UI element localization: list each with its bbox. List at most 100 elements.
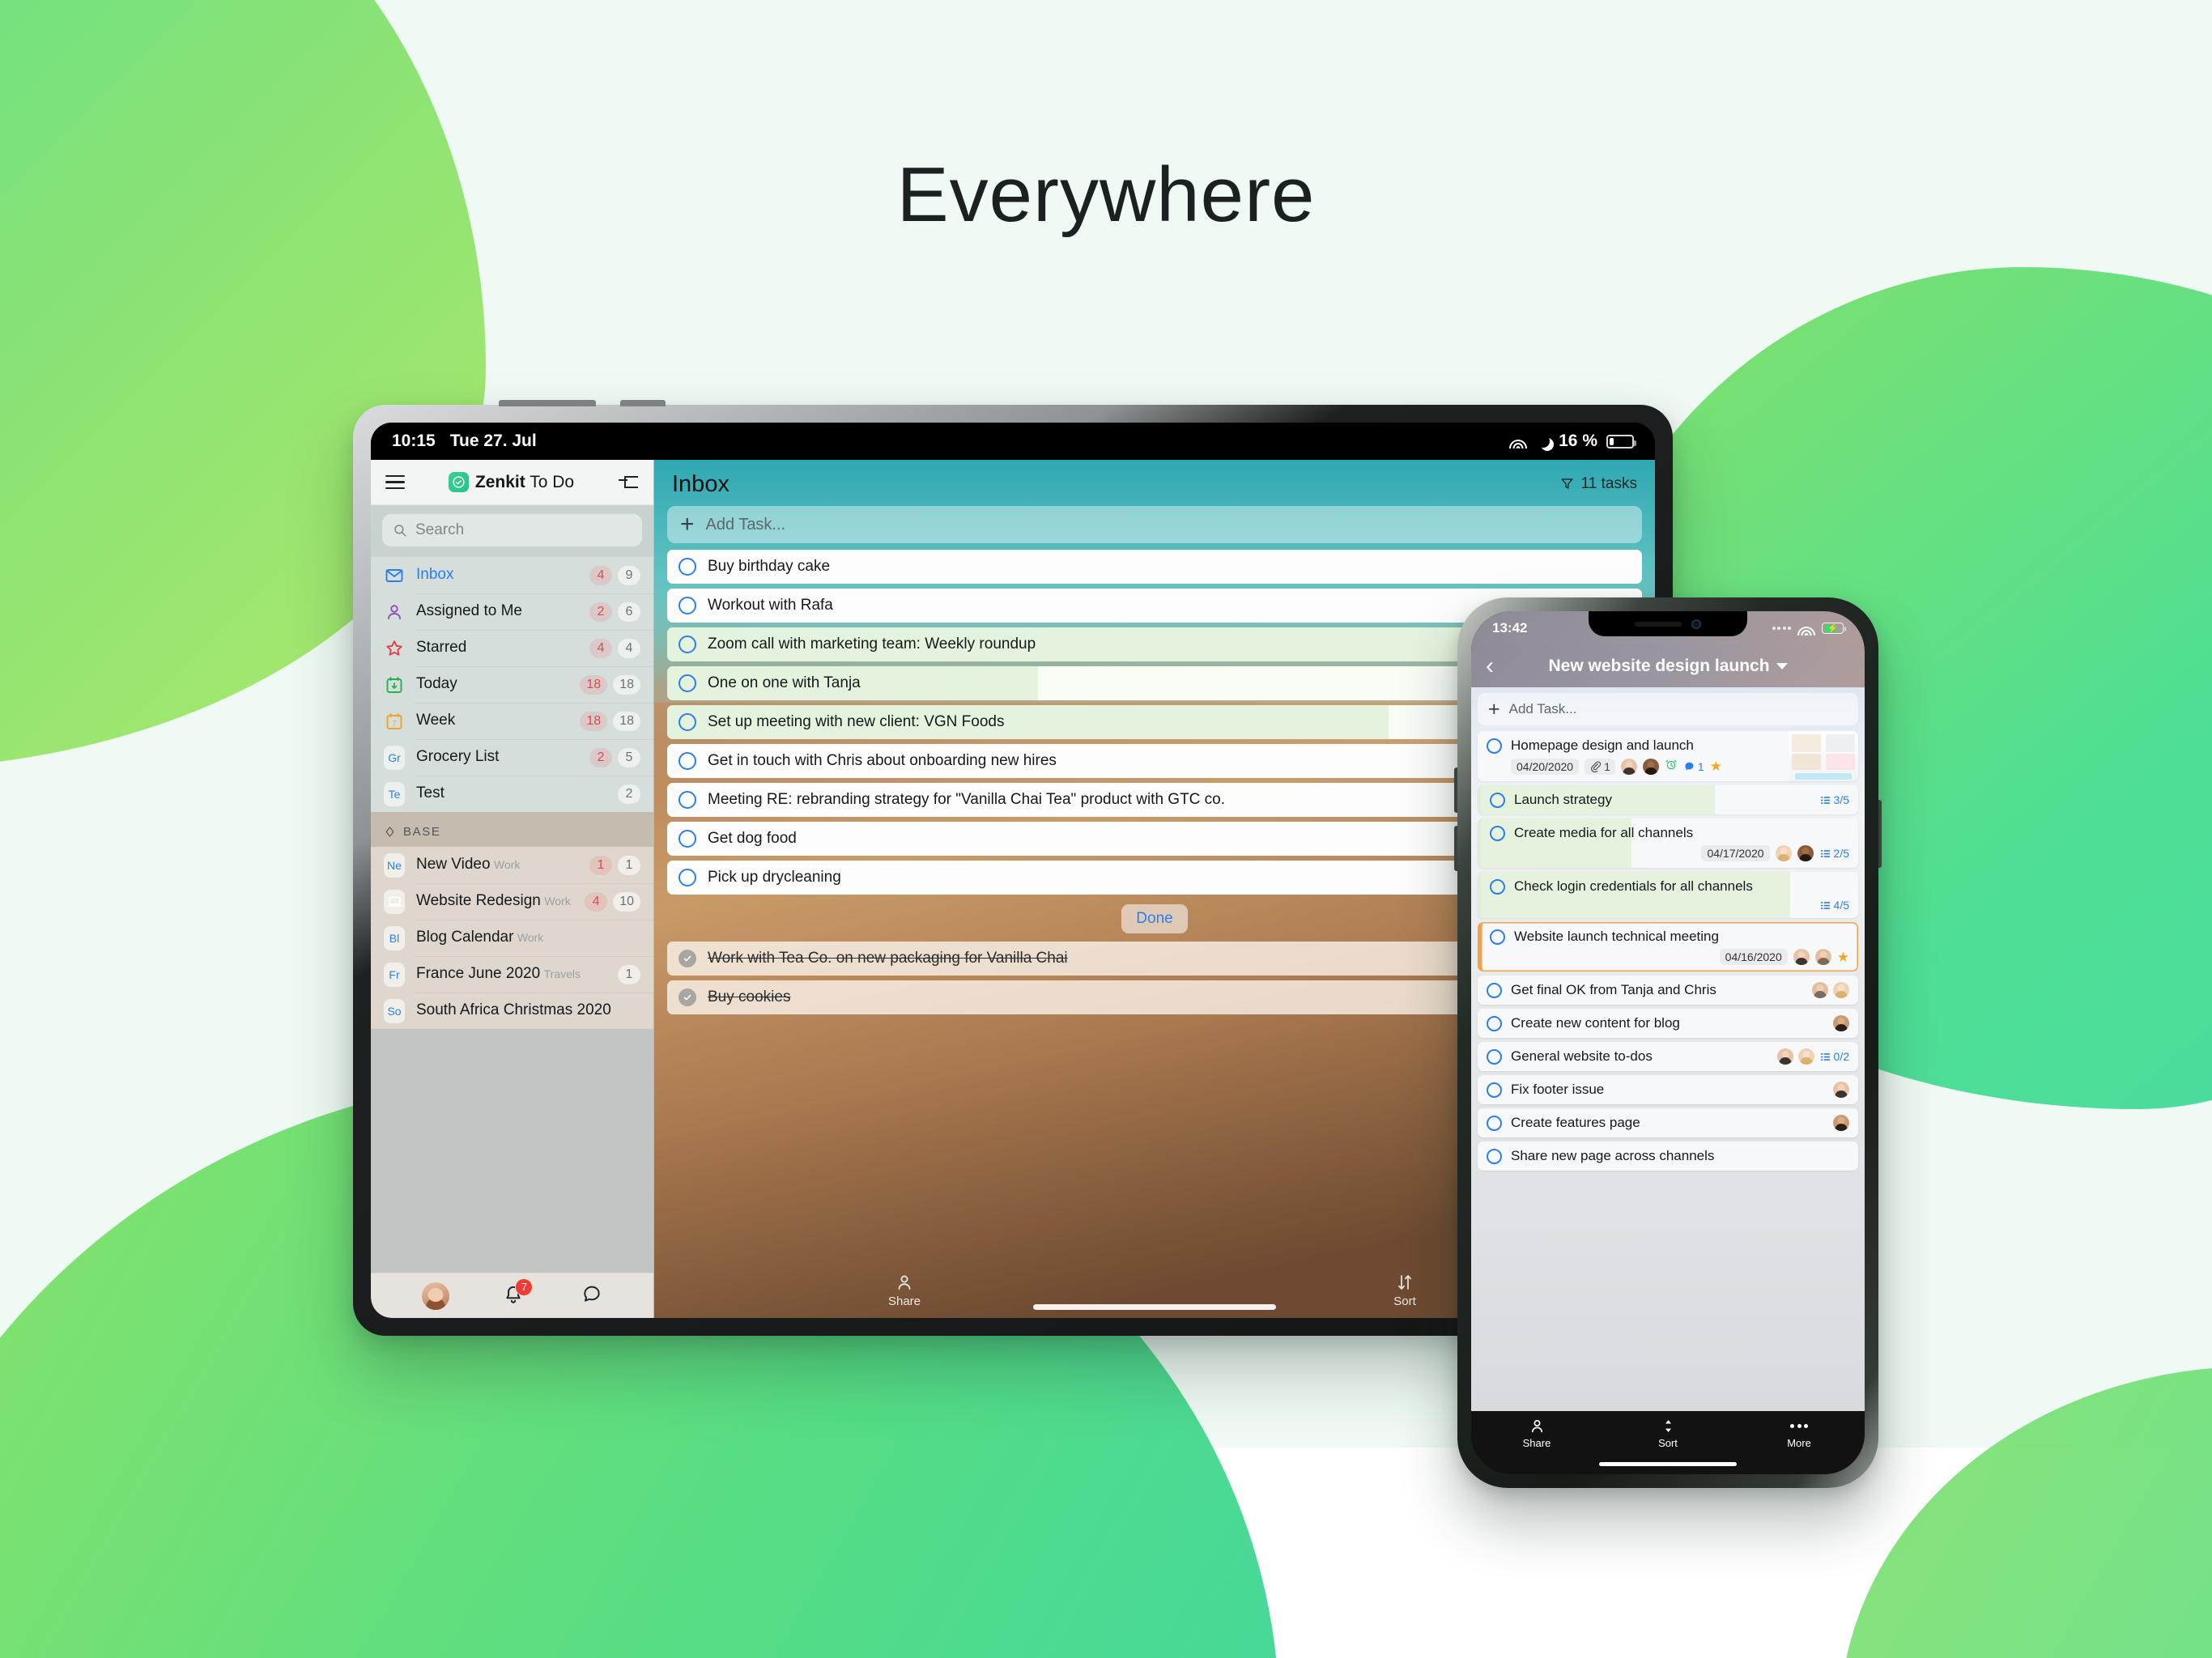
table-row[interactable]: Buy birthday cake [667, 550, 1642, 584]
checkbox-icon[interactable] [1487, 982, 1502, 998]
sidebar-scroll[interactable]: Inbox 49 Assigned to Me 26 Starred 4 4 T… [371, 557, 653, 1273]
list-item[interactable]: Homepage design and launch 04/20/2020 1 [1478, 731, 1858, 781]
filter-button[interactable]: 11 tasks [1559, 475, 1637, 493]
sidebar-item-label: France June 2020 [416, 965, 541, 983]
sort-button[interactable]: Sort [1602, 1418, 1733, 1449]
list-item[interactable]: Create features page [1478, 1108, 1858, 1137]
checkbox-icon[interactable] [1490, 792, 1505, 808]
checkbox-icon[interactable] [1487, 1115, 1502, 1131]
avatar [1797, 1048, 1814, 1065]
menu-icon[interactable] [385, 474, 405, 490]
person-icon [898, 1275, 911, 1290]
search-placeholder: Search [415, 521, 465, 538]
task-count-label: 11 tasks [1580, 474, 1637, 492]
checkbox-icon[interactable] [678, 674, 696, 692]
sidebar-item-today[interactable]: Today 18 18 [371, 666, 653, 703]
avatar[interactable] [422, 1282, 450, 1310]
checkbox-icon[interactable] [678, 791, 696, 809]
add-task-input[interactable]: + Add Task... [667, 506, 1642, 543]
checkbox-icon[interactable] [1490, 878, 1505, 895]
svg-text:7: 7 [392, 719, 396, 727]
sidebar-item-website-redesign[interactable]: Website Redesign Work 4 10 [371, 883, 653, 920]
checkbox-icon[interactable] [678, 752, 696, 770]
list-item[interactable]: Share new page across channels [1478, 1141, 1858, 1171]
iphone-notch [1589, 611, 1747, 636]
sidebar-footer: 7 [371, 1273, 653, 1318]
more-button[interactable]: More [1733, 1418, 1865, 1449]
avatar [1814, 949, 1831, 965]
ipad-battery-percent: 16 % [1559, 432, 1597, 450]
done-button[interactable]: Done [1121, 904, 1188, 933]
iphone-task-list[interactable]: + Add Task... Homepage design and launch… [1471, 687, 1865, 1411]
sidebar-search-area: Search [371, 505, 653, 557]
checkbox-icon[interactable] [678, 869, 696, 886]
sidebar-item-label: Starred [416, 639, 467, 657]
sidebar-item-assigned-to-me[interactable]: Assigned to Me 26 [371, 593, 653, 630]
sidebar-item-starred[interactable]: Starred 44 [371, 630, 653, 666]
task-title: Fix footer issue [1511, 1082, 1605, 1097]
checkbox-icon[interactable] [678, 713, 696, 731]
notifications-button[interactable]: 7 [503, 1278, 534, 1308]
checkbox-icon[interactable] [678, 830, 696, 848]
checkbox-icon[interactable] [678, 636, 696, 653]
laptop-icon [384, 889, 405, 914]
add-task-input[interactable]: + Add Task... [1478, 693, 1858, 725]
sidebar-item-france-june-2020[interactable]: Fr France June 2020 Travels 1 [371, 956, 653, 993]
checkbox-icon[interactable] [1487, 1048, 1502, 1065]
sort-label: Sort [1393, 1295, 1416, 1308]
sidebar-item-grocery-list[interactable]: Gr Grocery List 25 [371, 739, 653, 776]
checkbox-icon[interactable] [678, 558, 696, 576]
comment-count-value: 1 [1697, 759, 1704, 773]
app-name-bold: Zenkit [474, 472, 525, 491]
sidebar-item-new-video[interactable]: Ne New Video Work 11 [371, 847, 653, 883]
list-item[interactable]: Website launch technical meeting 04/16/2… [1478, 922, 1858, 971]
sort-icon [1665, 1420, 1671, 1432]
badge-overdue: 4 [585, 891, 608, 912]
checkbox-icon[interactable] [1487, 1015, 1502, 1031]
chat-button[interactable] [581, 1283, 602, 1308]
avatar [1833, 1082, 1849, 1098]
share-button[interactable]: Share [654, 1273, 1155, 1308]
sidebar-item-week[interactable]: 7 Week 18 18 [371, 703, 653, 739]
avatar [1797, 845, 1814, 861]
checkbox-icon[interactable] [1487, 738, 1502, 754]
iphone-tab-bar: Share Sort More [1471, 1411, 1865, 1474]
back-button[interactable]: ‹ [1486, 654, 1507, 678]
checklist-icon [1820, 849, 1830, 857]
list-item[interactable]: General website to-dos 0/2 [1478, 1042, 1858, 1071]
share-label: Share [1522, 1437, 1551, 1449]
star-icon [384, 639, 405, 658]
sidebar-item-south-africa-christmas-2020[interactable]: So South Africa Christmas 2020 [371, 993, 653, 1029]
search-input[interactable]: Search [382, 514, 642, 546]
nav-title-button[interactable]: New website design launch [1507, 657, 1829, 676]
ipad-status-bar: 10:15 Tue 27. Jul 16 % [371, 423, 1655, 460]
badge-overdue: 1 [589, 855, 612, 875]
plus-icon: + [1488, 697, 1500, 721]
list-abbr-badge: Te [384, 781, 405, 806]
ipad-volume-button [499, 400, 596, 406]
sidebar-item-inbox[interactable]: Inbox 49 [371, 557, 653, 593]
checkbox-icon[interactable] [1490, 825, 1505, 841]
pin-sidebar-icon[interactable] [618, 474, 639, 491]
list-item[interactable]: Check login credentials for all channels… [1478, 872, 1858, 918]
list-item[interactable]: Fix footer issue [1478, 1075, 1858, 1104]
sidebar-item-blog-calendar[interactable]: Bl Blog Calendar Work [371, 920, 653, 956]
subtask-progress-value: 4/5 [1833, 899, 1849, 912]
checkbox-icon[interactable] [1490, 929, 1505, 945]
checkbox-icon[interactable] [1487, 1148, 1502, 1164]
avatar [1642, 758, 1659, 775]
checkbox-icon[interactable] [1487, 1082, 1502, 1098]
iphone-home-indicator [1599, 1461, 1737, 1466]
list-item[interactable]: Launch strategy 3/5 [1478, 785, 1858, 814]
list-item[interactable]: Create media for all channels 04/17/2020… [1478, 818, 1858, 868]
checkbox-checked-icon[interactable] [678, 988, 696, 1006]
sidebar-item-label: Grocery List [416, 748, 500, 766]
list-item[interactable]: Get final OK from Tanja and Chris [1478, 976, 1858, 1005]
sidebar-item-test[interactable]: Te Test 2 [371, 776, 653, 812]
checkbox-icon[interactable] [678, 597, 696, 614]
badge-overdue: 4 [589, 638, 612, 658]
share-button[interactable]: Share [1471, 1418, 1602, 1449]
list-item[interactable]: Create new content for blog [1478, 1009, 1858, 1038]
envelope-icon [384, 566, 405, 585]
checkbox-checked-icon[interactable] [678, 950, 696, 967]
